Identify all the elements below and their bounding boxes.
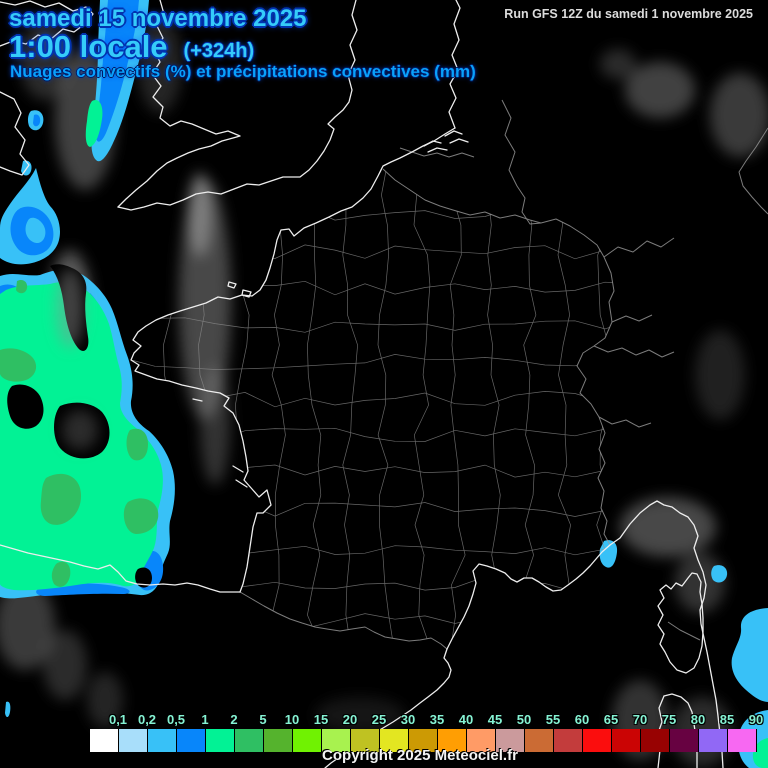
legend-label: 60 xyxy=(574,712,590,727)
legend-label: 2 xyxy=(230,712,238,727)
legend-swatch: 90 xyxy=(728,712,763,752)
legend-label: 20 xyxy=(342,712,358,727)
legend-label: 50 xyxy=(516,712,532,727)
time-row: 1:00 locale (+324h) xyxy=(9,29,254,65)
legend-swatch: 1 xyxy=(177,712,209,752)
run-info-label: Run GFS 12Z du samedi 1 novembre 2025 xyxy=(504,7,753,21)
legend-swatch: 10 xyxy=(264,712,299,752)
legend-label: 40 xyxy=(458,712,474,727)
legend-swatch: 0,1 xyxy=(90,712,127,752)
weather-map xyxy=(0,0,768,768)
legend-label: 45 xyxy=(487,712,503,727)
legend-label: 25 xyxy=(371,712,387,727)
legend-label: 0,1 xyxy=(108,712,128,727)
legend-label: 80 xyxy=(690,712,706,727)
legend-label: 10 xyxy=(284,712,300,727)
forecast-offset-label: (+324h) xyxy=(183,40,255,62)
legend-swatch: 0,2 xyxy=(119,712,156,752)
legend-swatch: 85 xyxy=(699,712,734,752)
legend-swatch: 80 xyxy=(670,712,705,752)
legend-label: 55 xyxy=(545,712,561,727)
local-time-label: 1:00 locale xyxy=(9,29,168,64)
legend-swatch: 60 xyxy=(554,712,589,752)
legend-label: 5 xyxy=(259,712,267,727)
legend-label: 70 xyxy=(632,712,648,727)
legend-label: 30 xyxy=(400,712,416,727)
legend-label: 90 xyxy=(748,712,764,727)
legend-label: 35 xyxy=(429,712,445,727)
legend-label: 15 xyxy=(313,712,329,727)
legend-swatch: 65 xyxy=(583,712,618,752)
legend-label: 65 xyxy=(603,712,619,727)
weather-map-screen: samedi 15 novembre 2025 1:00 locale (+32… xyxy=(0,0,768,768)
run-info-box: Run GFS 12Z du samedi 1 novembre 2025 xyxy=(495,4,762,25)
legend-label: 0,5 xyxy=(166,712,186,727)
legend-label: 75 xyxy=(661,712,677,727)
parameter-subtitle: Nuages convectifs (%) et précipitations … xyxy=(10,62,476,81)
legend-label: 85 xyxy=(719,712,735,727)
legend-swatch: 0,5 xyxy=(148,712,185,752)
legend-swatch: 5 xyxy=(235,712,267,752)
legend-label: 0,2 xyxy=(137,712,157,727)
legend-label: 1 xyxy=(201,712,209,727)
legend-swatch: 70 xyxy=(612,712,647,752)
legend-swatch: 2 xyxy=(206,712,238,752)
legend-swatch: 75 xyxy=(641,712,676,752)
copyright-label: Copyright 2025 Meteociel.fr xyxy=(322,747,518,764)
